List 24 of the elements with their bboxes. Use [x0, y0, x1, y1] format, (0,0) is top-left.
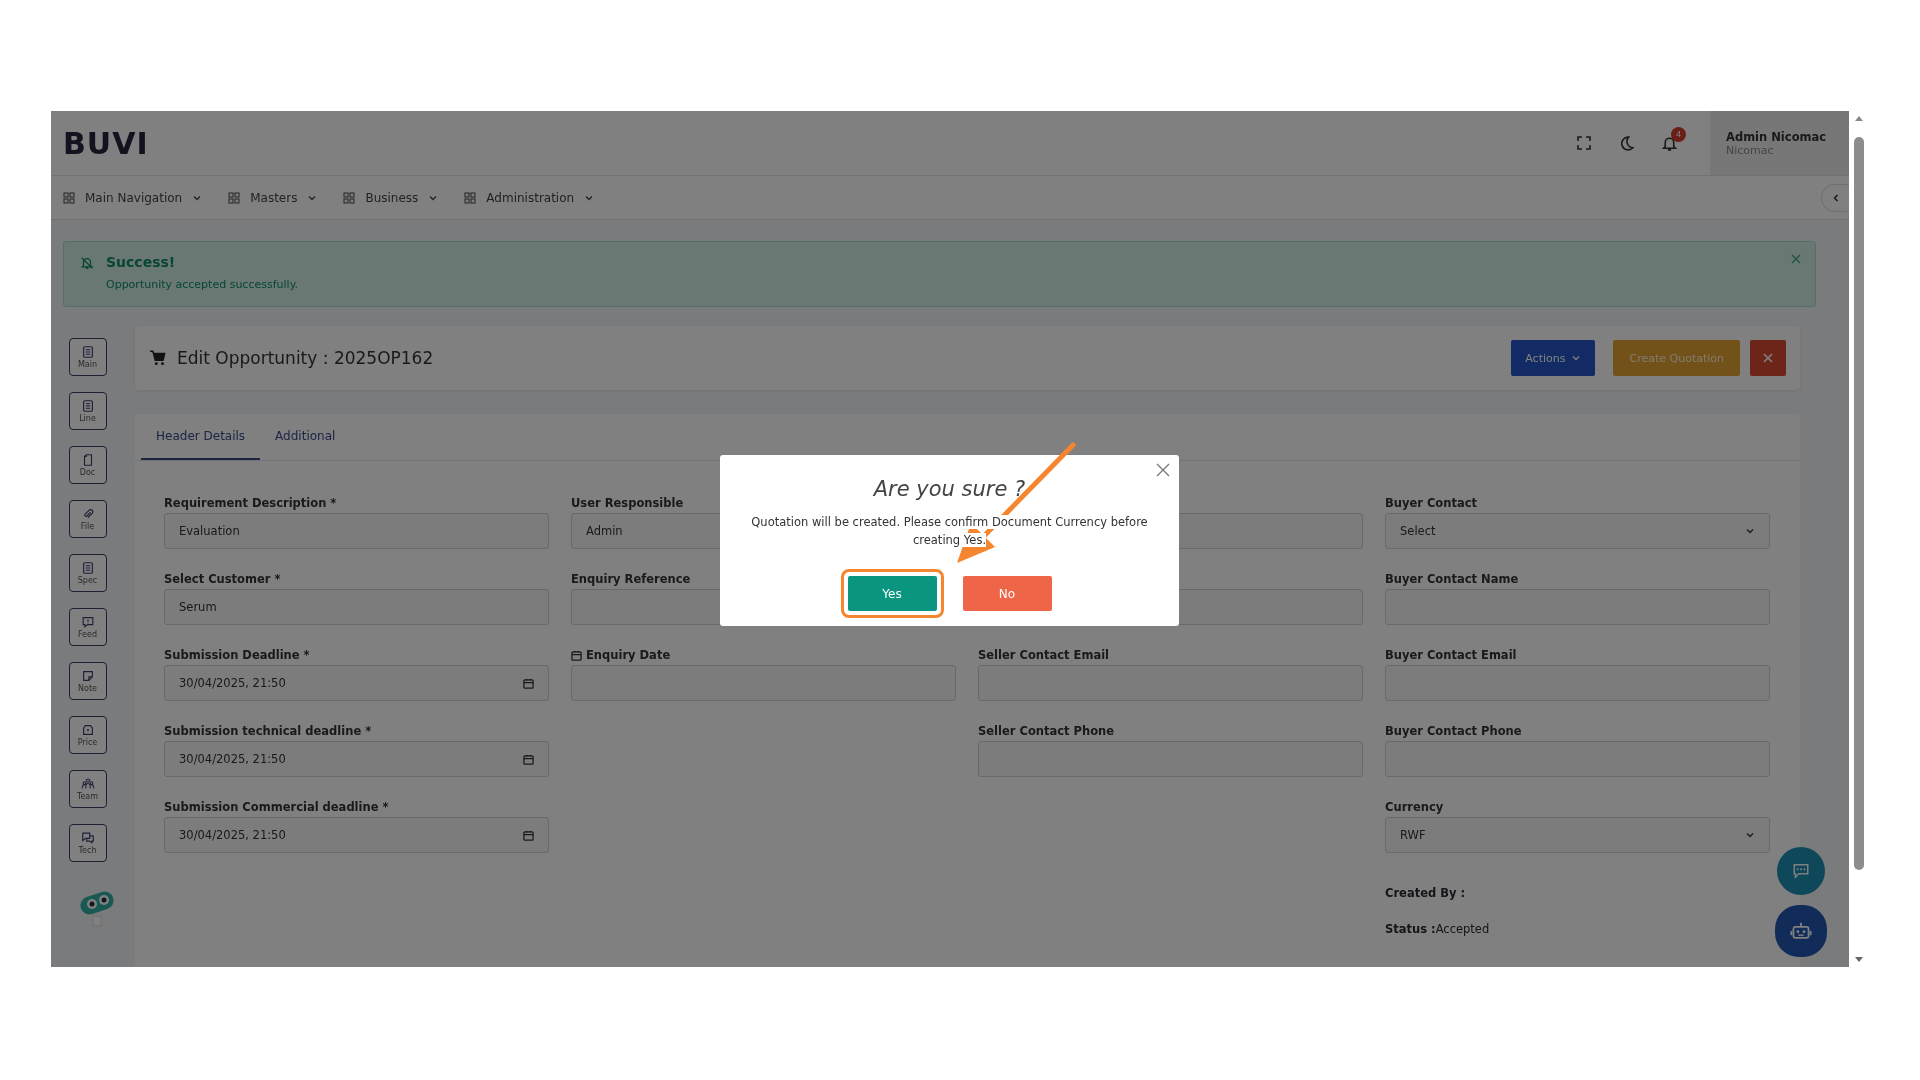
field-label: Seller Contact Email — [978, 647, 1110, 664]
alert-message: Opportunity accepted successfully. — [106, 278, 299, 291]
page-title: Edit Opportunity : 2025OP162 — [177, 348, 435, 368]
info-text: Status :Accepted — [1385, 921, 1491, 938]
field-label: Submission Commercial deadline * — [164, 799, 389, 816]
field-label: Requirement Description * — [164, 495, 337, 512]
field-label: Buyer Contact Phone — [1385, 723, 1522, 740]
field-label: Currency — [1385, 799, 1444, 816]
field-label: Buyer Contact — [1385, 495, 1478, 512]
field-label: Select Customer * — [164, 571, 281, 588]
field-label: Buyer Contact Email — [1385, 647, 1517, 664]
logo: BUVI — [63, 125, 149, 161]
field-label: Enquiry Reference — [571, 571, 691, 588]
field-label: Submission Deadline * — [164, 647, 310, 664]
field-label: Buyer Contact Name — [1385, 571, 1519, 588]
field-label: Seller Contact Phone — [978, 723, 1115, 740]
field-label: User Responsible — [571, 495, 684, 512]
dialog-title: Are you sure ? — [873, 477, 1026, 501]
field-label: Submission technical deadline * — [164, 723, 372, 740]
notification-badge: 4 — [1671, 126, 1686, 142]
info-text: Created By : — [1385, 885, 1467, 902]
field-label: Enquiry Date — [571, 645, 671, 665]
alert-title: Success! — [106, 254, 177, 270]
user-name: Admin Nicomac — [1726, 129, 1828, 144]
